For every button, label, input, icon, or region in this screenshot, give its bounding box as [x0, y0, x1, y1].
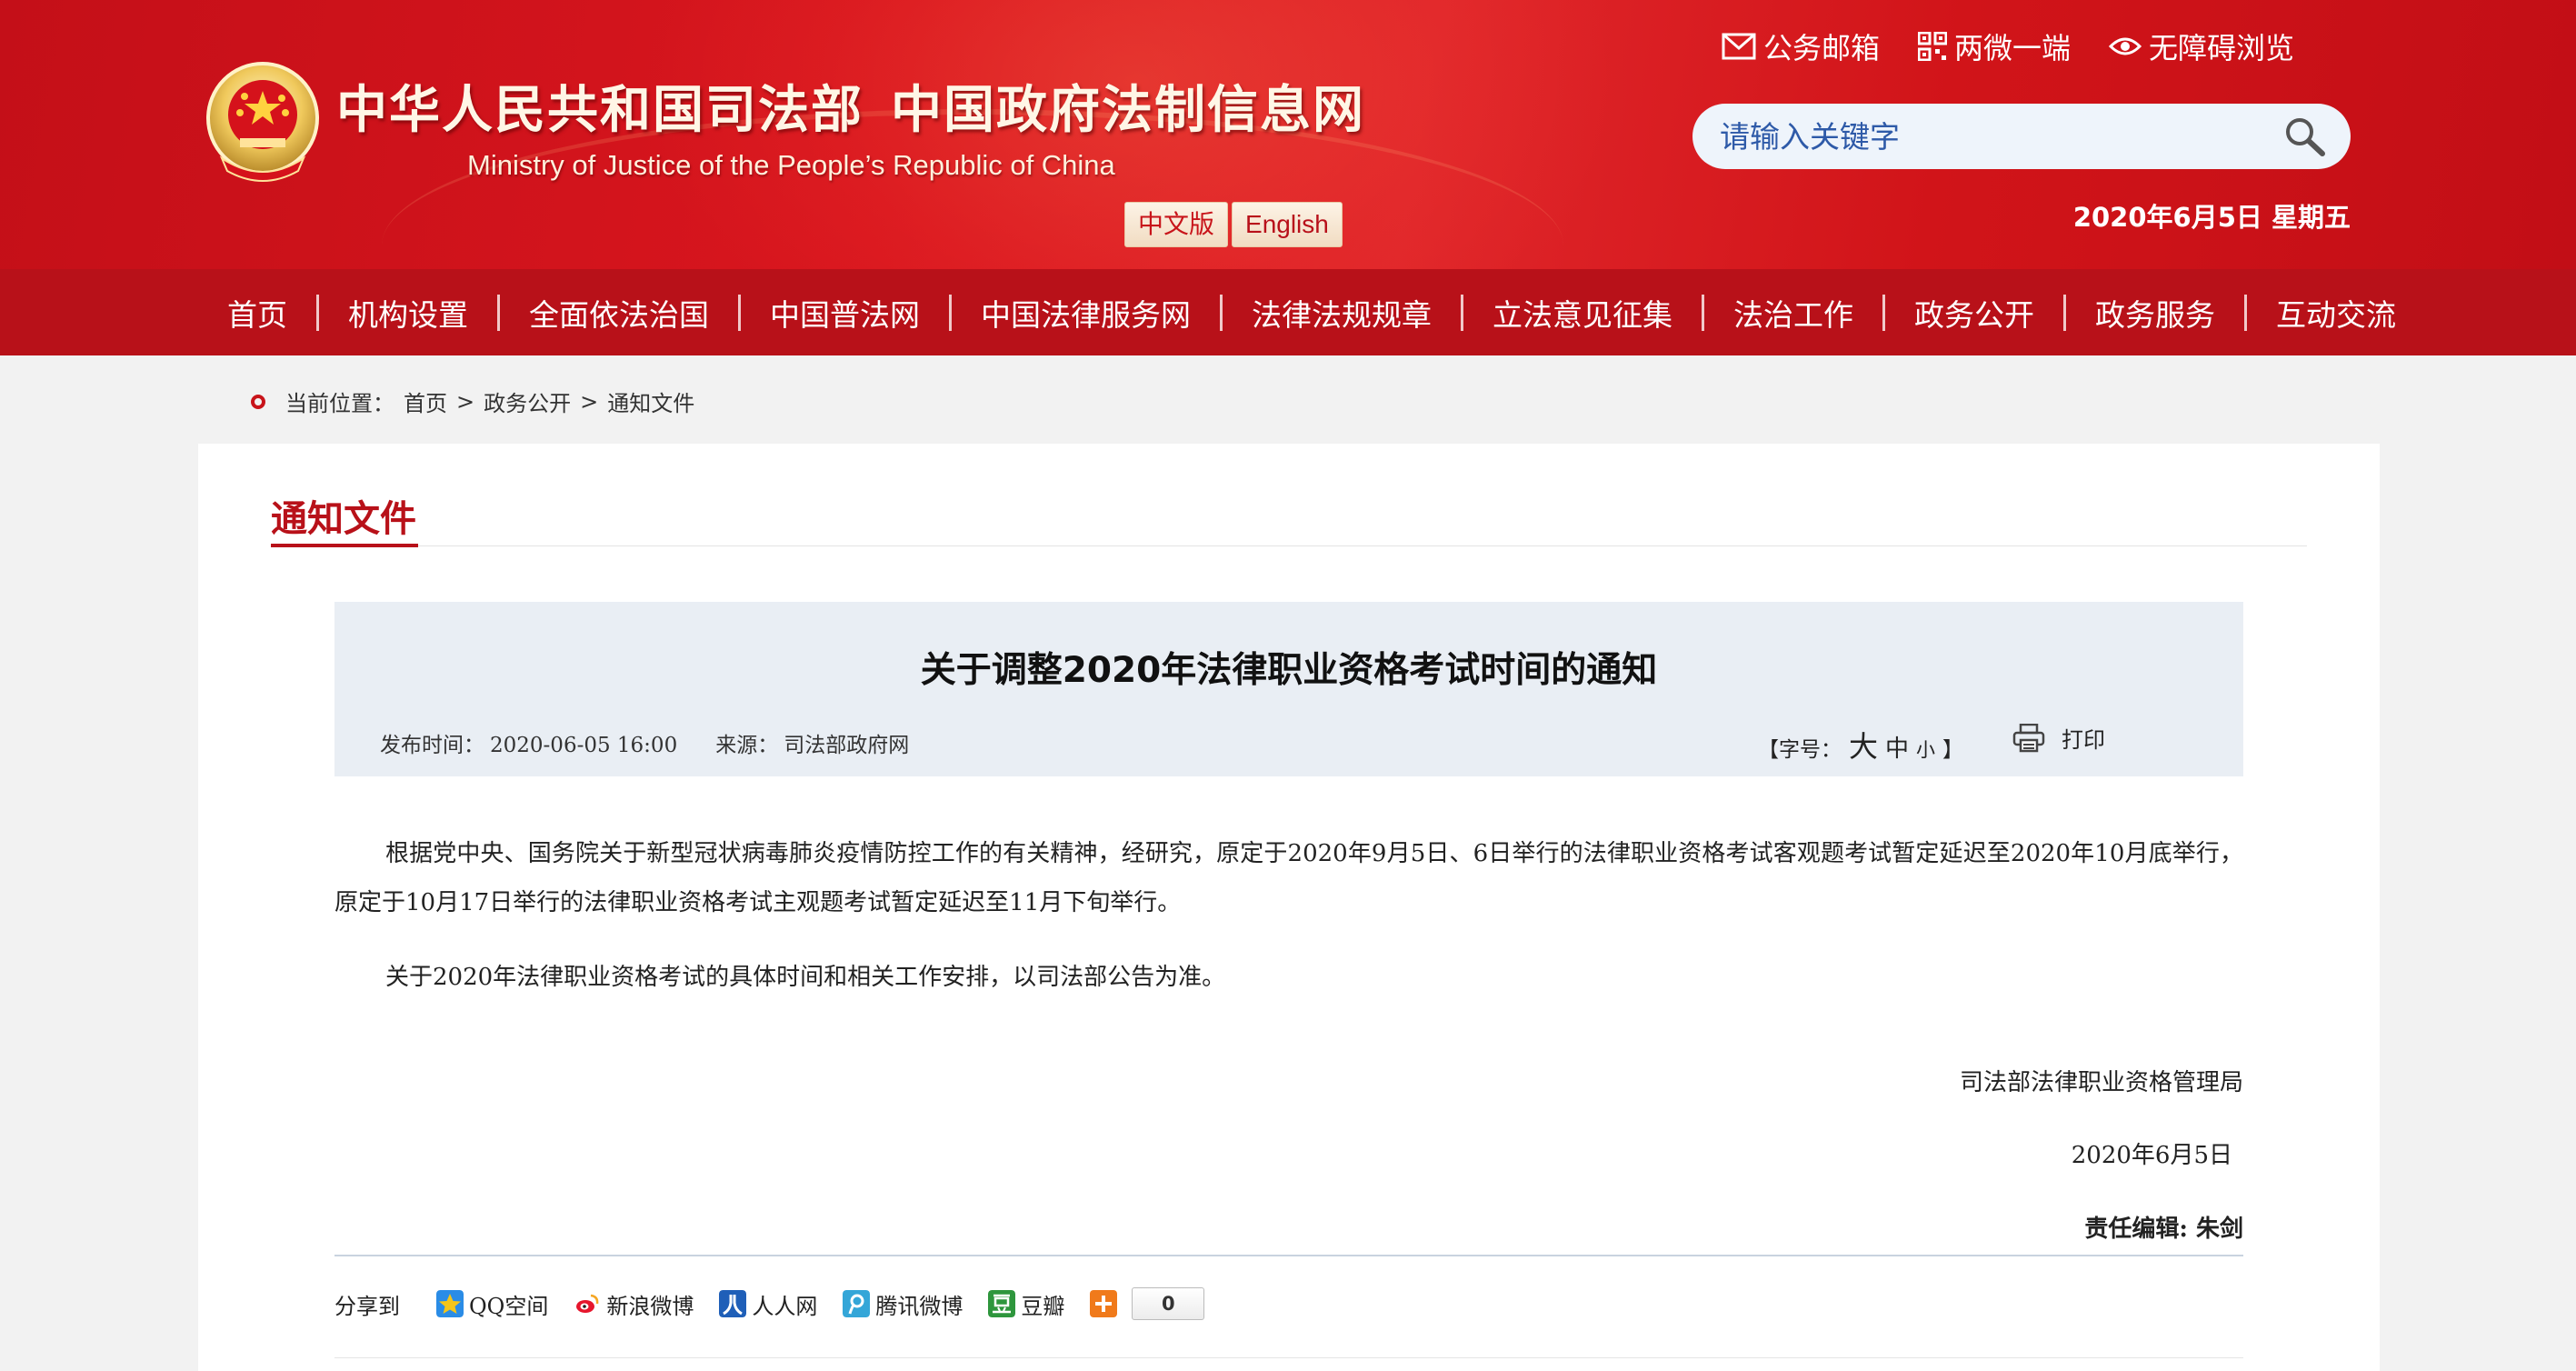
breadcrumb: 当前位置： 首页 > 政务公开 > 通知文件	[251, 385, 694, 417]
breadcrumb-label: 当前位置：	[285, 391, 394, 416]
main-nav: 首页 机构设置 全面依法治国 中国普法网 中国法律服务网 法律法规规章 立法意见…	[0, 269, 2576, 355]
source-label: 来源：	[715, 734, 779, 757]
article-signature: 司法部法律职业资格管理局	[1959, 1069, 2243, 1096]
font-size-control: 【字号： 大 中 小 】	[1758, 724, 1963, 766]
top-links: 公务邮箱 两微一端 无障碍浏览	[1722, 25, 2294, 67]
section-title-underline	[271, 544, 418, 547]
top-link-mail[interactable]: 公务邮箱	[1722, 25, 1880, 67]
breadcrumb-notices[interactable]: 通知文件	[607, 385, 694, 417]
nav-item-organization[interactable]: 机构设置	[319, 291, 497, 335]
section-divider	[271, 545, 2307, 546]
nav-item-home[interactable]: 首页	[211, 291, 316, 335]
nav-item-rule-of-law[interactable]: 全面依法治国	[500, 291, 738, 335]
responsible-editor: 责任编辑: 朱剑	[2084, 1216, 2243, 1243]
publish-time-label: 发布时间：	[380, 734, 484, 757]
nav-item-interaction[interactable]: 互动交流	[2247, 291, 2425, 335]
top-link-accessibility-label: 无障碍浏览	[2149, 31, 2295, 65]
section-title: 通知文件	[271, 498, 416, 540]
article-divider	[334, 1255, 2243, 1256]
nav-item-laws-regulations[interactable]: 法律法规规章	[1223, 291, 1461, 335]
share-tencent-weibo-label: 腾讯微博	[875, 1293, 964, 1319]
publish-time: 2020-06-05 16:00	[490, 734, 678, 757]
search-input[interactable]	[1720, 118, 2281, 155]
font-size-small-button[interactable]: 小	[1916, 736, 1935, 763]
nav-item-government-affairs[interactable]: 政务公开	[1885, 291, 2063, 335]
douban-icon	[988, 1290, 1016, 1317]
lang-chinese-button[interactable]: 中文版	[1124, 202, 1229, 247]
national-emblem-icon	[206, 62, 319, 182]
qzone-icon	[436, 1290, 464, 1317]
renren-icon	[719, 1290, 747, 1317]
plus-icon[interactable]	[1090, 1290, 1118, 1317]
search-icon[interactable]	[2281, 114, 2327, 159]
qrcode-icon	[1918, 32, 1948, 61]
site-header: 中华人民共和国司法部 中国政府法制信息网 Ministry of Justice …	[0, 0, 2576, 269]
article-header: 关于调整2020年法律职业资格考试时间的通知 发布时间： 2020-06-05 1…	[334, 602, 2243, 776]
share-count: 0	[1132, 1287, 1205, 1320]
site-title-ministry: 中华人民共和国司法部	[336, 80, 864, 140]
footer-divider	[334, 1357, 2243, 1358]
share-weibo-button[interactable]: 新浪微博	[574, 1288, 694, 1320]
share-douban-button[interactable]: 豆瓣	[988, 1288, 1064, 1320]
top-link-wechat-weibo-app-label: 两微一端	[1954, 31, 2072, 65]
site-title: 中华人民共和国司法部 中国政府法制信息网	[336, 69, 1365, 143]
header-date: 2020年6月5日 星期五	[2072, 202, 2351, 233]
site-subtitle: Ministry of Justice of the People’s Repu…	[467, 149, 1115, 181]
article-paragraph: 根据党中央、国务院关于新型冠状病毒肺炎疫情防控工作的有关精神，经研究，原定于20…	[334, 840, 2243, 916]
print-label: 打印	[2062, 727, 2105, 753]
share-douban-label: 豆瓣	[1021, 1293, 1065, 1319]
article-body: 根据党中央、国务院关于新型冠状病毒肺炎疫情防控工作的有关精神，经研究，原定于20…	[334, 829, 2243, 1002]
share-qzone-button[interactable]: QQ空间	[436, 1288, 548, 1320]
breadcrumb-separator: >	[580, 388, 599, 415]
search-box	[1692, 104, 2351, 169]
nav-item-legal-work[interactable]: 法治工作	[1704, 291, 1882, 335]
printer-icon	[2012, 723, 2045, 752]
share-qzone-label: QQ空间	[469, 1293, 549, 1319]
share-renren-label: 人人网	[752, 1293, 818, 1319]
nav-item-legal-education[interactable]: 中国普法网	[741, 291, 949, 335]
article-sign-date: 2020年6月5日	[2071, 1142, 2232, 1169]
nav-item-government-services[interactable]: 政务服务	[2066, 291, 2244, 335]
top-link-mail-label: 公务邮箱	[1763, 31, 1881, 65]
article-paragraph: 关于2020年法律职业资格考试的具体时间和相关工作安排，以司法部公告为准。	[385, 964, 1226, 991]
font-size-medium-button[interactable]: 中	[1885, 730, 1909, 764]
tencent-weibo-icon	[843, 1290, 871, 1317]
font-size-label: 【字号：	[1758, 738, 1842, 762]
font-size-large-button[interactable]: 大	[1849, 724, 1878, 766]
top-link-accessibility[interactable]: 无障碍浏览	[2109, 25, 2294, 67]
nav-item-legislative-opinions[interactable]: 立法意见征集	[1463, 291, 1702, 335]
eye-icon	[2109, 37, 2142, 55]
breadcrumb-home[interactable]: 首页	[404, 385, 447, 417]
article-source: 司法部政府网	[784, 734, 910, 757]
breadcrumb-separator: >	[456, 388, 475, 415]
mail-icon	[1722, 33, 1756, 60]
article-meta: 发布时间： 2020-06-05 16:00 来源： 司法部政府网	[380, 727, 914, 758]
location-dot-icon	[251, 394, 265, 409]
share-bar: 分享到 QQ空间 新浪微博 人人网 腾讯微博 豆瓣 0	[334, 1287, 1205, 1320]
breadcrumb-government-affairs[interactable]: 政务公开	[484, 385, 571, 417]
font-size-bracket: 】	[1942, 738, 1964, 762]
share-renren-button[interactable]: 人人网	[719, 1288, 817, 1320]
weibo-icon	[574, 1290, 602, 1317]
content-panel: 通知文件 关于调整2020年法律职业资格考试时间的通知 发布时间： 2020-06…	[198, 444, 2380, 1371]
share-weibo-label: 新浪微博	[606, 1293, 694, 1319]
language-switch: 中文版 English	[1124, 202, 1343, 247]
share-tencent-weibo-button[interactable]: 腾讯微博	[843, 1288, 963, 1320]
print-button[interactable]: 打印	[2012, 722, 2105, 754]
lang-english-button[interactable]: English	[1232, 202, 1343, 247]
share-label: 分享到	[334, 1293, 400, 1319]
site-title-network: 中国政府法制信息网	[891, 80, 1365, 140]
nav-item-legal-services[interactable]: 中国法律服务网	[952, 291, 1220, 335]
article-title: 关于调整2020年法律职业资格考试时间的通知	[920, 650, 1658, 691]
top-link-wechat-weibo-app[interactable]: 两微一端	[1918, 25, 2071, 67]
